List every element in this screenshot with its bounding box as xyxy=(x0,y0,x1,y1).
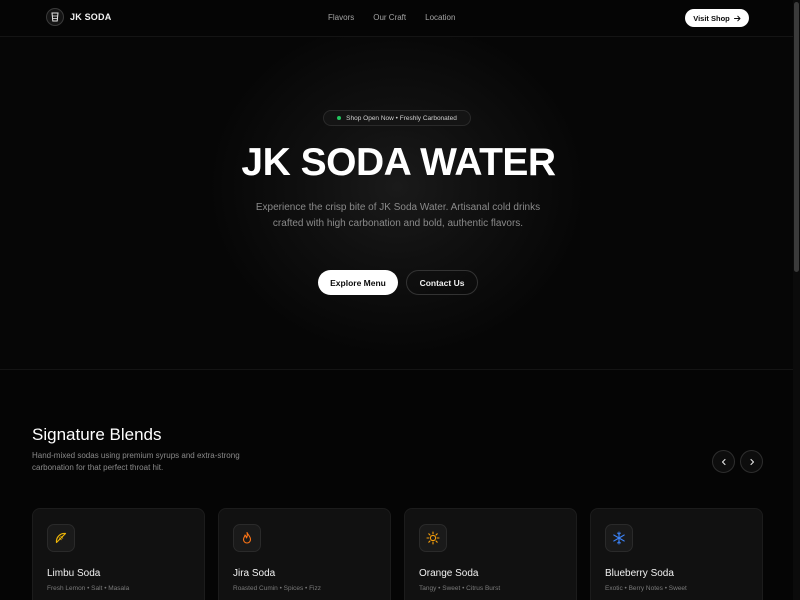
flavor-name: Limbu Soda xyxy=(47,568,101,579)
nav-links: Flavors Our Craft Location xyxy=(328,13,455,22)
flavor-tags: Exotic • Berry Notes • Sweet xyxy=(605,585,687,592)
visit-shop-button[interactable]: Visit Shop xyxy=(685,9,749,27)
status-badge-text: Shop Open Now • Freshly Carbonated xyxy=(346,114,457,122)
flavor-name: Jira Soda xyxy=(233,568,276,579)
brand[interactable]: JK SODA xyxy=(46,8,111,26)
visit-shop-label: Visit Shop xyxy=(693,13,730,23)
status-dot-icon xyxy=(337,116,342,120)
hero-section: Shop Open Now • Freshly Carbonated JK SO… xyxy=(0,37,793,370)
flame-icon xyxy=(233,524,261,552)
explore-menu-button[interactable]: Explore Menu xyxy=(318,270,398,295)
hero-title: JK SODA WATER xyxy=(241,141,556,184)
flavor-card-limbu[interactable]: Limbu Soda Fresh Lemon • Salt • Masala xyxy=(32,508,205,600)
flavor-name: Blueberry Soda xyxy=(605,568,674,579)
carousel-next-button[interactable] xyxy=(740,450,763,473)
top-navbar: JK SODA Flavors Our Craft Location Visit… xyxy=(0,0,793,37)
section-description: Hand-mixed sodas using premium syrups an… xyxy=(32,451,240,472)
flavor-tags: Fresh Lemon • Salt • Masala xyxy=(47,585,130,592)
nav-link-flavors[interactable]: Flavors xyxy=(328,13,354,22)
chevron-left-icon xyxy=(721,458,726,465)
flavor-card-orange[interactable]: Orange Soda Tangy • Sweet • Citrus Burst xyxy=(404,508,577,600)
lemon-icon xyxy=(47,524,75,552)
contact-us-button[interactable]: Contact Us xyxy=(406,270,478,295)
arrow-right-icon xyxy=(733,15,741,21)
flavor-name: Orange Soda xyxy=(419,568,479,579)
chevron-right-icon xyxy=(749,458,754,465)
flavor-card-jira[interactable]: Jira Soda Roasted Cumin • Spices • Fizz xyxy=(218,508,391,600)
brand-name: JK SODA xyxy=(70,12,112,22)
flavor-tags: Tangy • Sweet • Citrus Burst xyxy=(419,585,501,592)
page: JK SODA Flavors Our Craft Location Visit… xyxy=(0,0,800,600)
scrollbar-thumb[interactable] xyxy=(794,2,799,272)
flavor-tags: Roasted Cumin • Spices • Fizz xyxy=(233,585,321,592)
section-title: Signature Blends xyxy=(32,425,162,444)
status-badge: Shop Open Now • Freshly Carbonated xyxy=(323,110,471,126)
snowflake-icon xyxy=(605,524,633,552)
soda-glass-icon xyxy=(46,8,64,26)
hero-description: Experience the crisp bite of JK Soda Wat… xyxy=(255,202,541,229)
carousel-prev-button[interactable] xyxy=(712,450,735,473)
sun-icon xyxy=(419,524,447,552)
nav-link-our-craft[interactable]: Our Craft xyxy=(373,13,406,22)
flavor-card-blueberry[interactable]: Blueberry Soda Exotic • Berry Notes • Sw… xyxy=(590,508,763,600)
nav-link-location[interactable]: Location xyxy=(425,13,455,22)
